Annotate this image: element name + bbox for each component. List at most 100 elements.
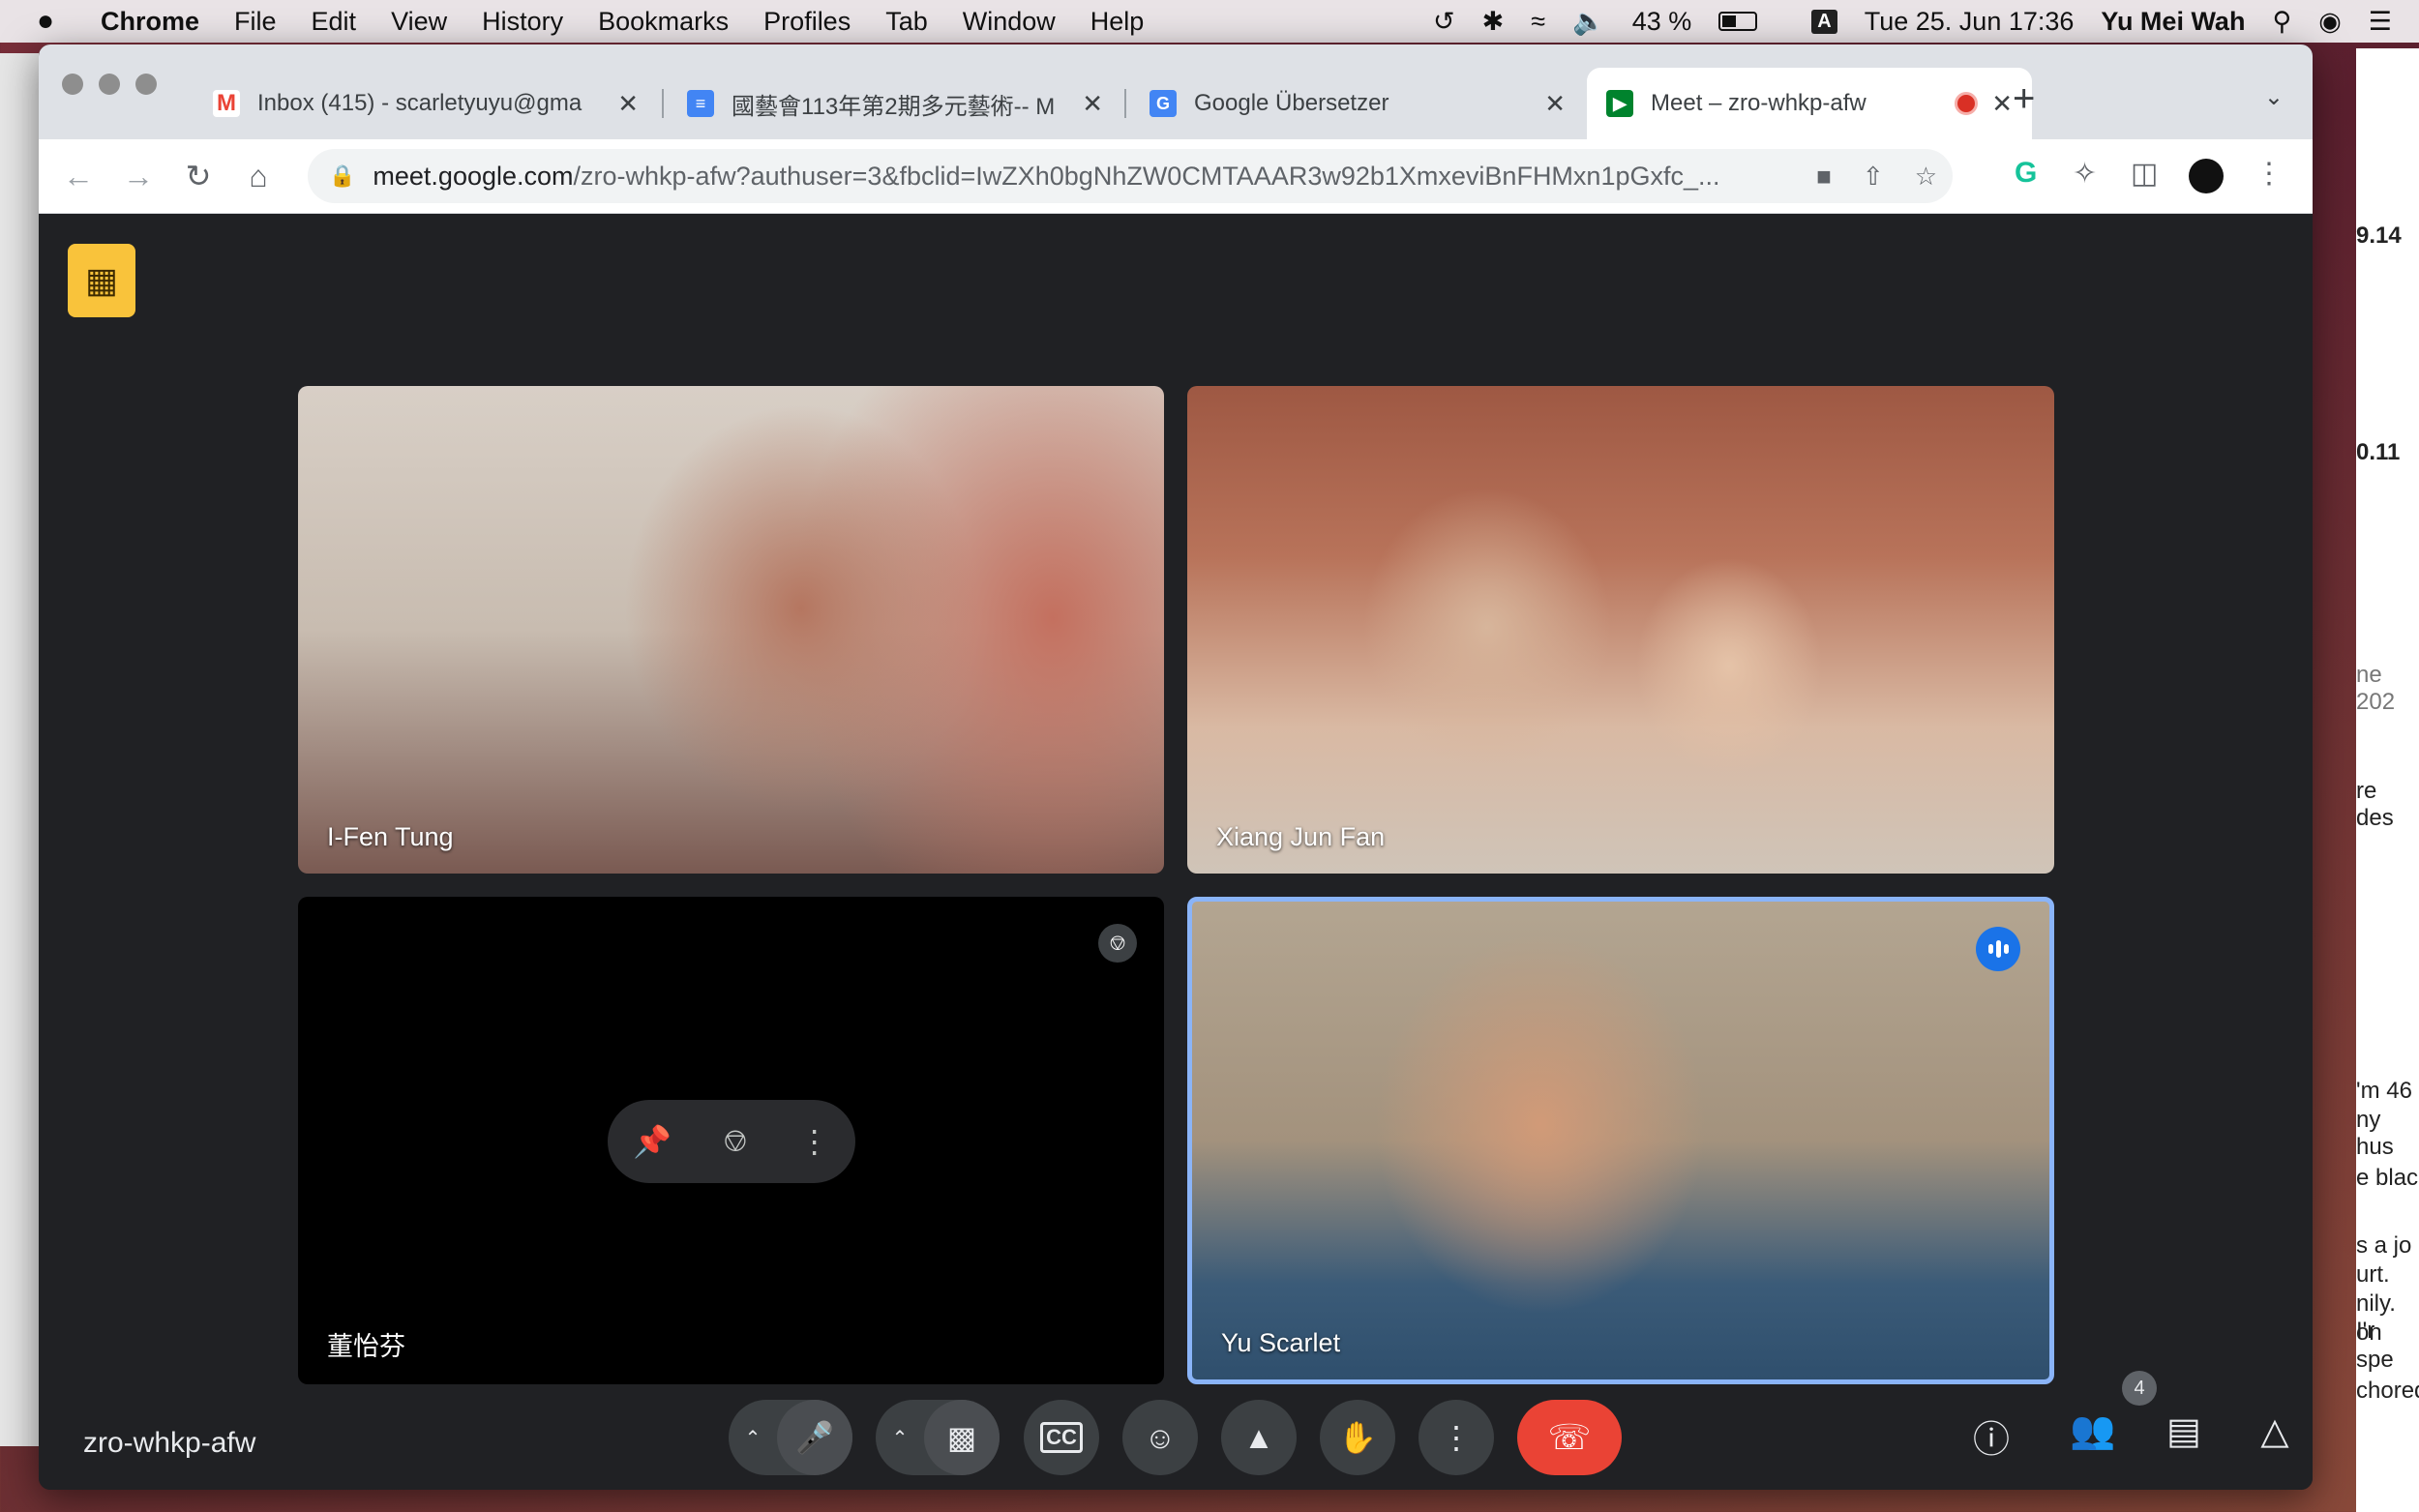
participant-tile[interactable]: ⎊ 📌 ⎊ ⋮ 董怡芬	[298, 897, 1164, 1384]
reload-icon[interactable]: ↻	[168, 158, 228, 194]
background-window-right: 9.14 0.11 ne 202 re des 'm 46 ny hus e b…	[2356, 48, 2419, 1512]
bluetooth-icon[interactable]: ✱	[1482, 7, 1505, 37]
close-tab-icon[interactable]: ✕	[1991, 89, 2013, 119]
captions-button[interactable]: CC	[1024, 1400, 1099, 1475]
menu-profiles[interactable]: Profiles	[763, 7, 851, 37]
close-tab-icon[interactable]: ✕	[1544, 89, 1566, 119]
leave-call-button[interactable]: ☏	[1517, 1400, 1622, 1475]
tile-more-options-icon[interactable]: ⋮	[799, 1123, 830, 1160]
bg-text: e blac	[2356, 1165, 2419, 1191]
meet-stage: ▦ I-Fen Tung Xiang Jun Fan ⎊ 📌 ⎊ ⋮ 董怡芬 Y…	[39, 214, 2313, 1490]
menubar-user[interactable]: Yu Mei Wah	[2101, 7, 2245, 37]
present-icon: ▲	[1243, 1419, 1274, 1455]
tab-title: 國藝會113年第2期多元藝術-- M	[732, 93, 1056, 120]
camera-icon: ▩	[946, 1420, 977, 1455]
microphone-icon: 🎤	[795, 1420, 834, 1455]
siri-icon[interactable]: ◉	[2318, 7, 2342, 37]
url-text[interactable]: meet.google.com/zro-whkp-afw?authuser=3&…	[373, 162, 1801, 192]
wifi-icon[interactable]: ≈	[1531, 7, 1545, 37]
raise-hand-button[interactable]: ✋	[1320, 1400, 1395, 1475]
grammarly-extension-icon[interactable]: G	[2015, 157, 2037, 190]
home-icon[interactable]: ⌂	[228, 159, 288, 194]
meeting-details-info-icon[interactable]: ⓘ	[1962, 1409, 2020, 1463]
close-window-button[interactable]	[62, 74, 83, 95]
lock-icon[interactable]: 🔒	[329, 163, 355, 189]
activities-icon[interactable]: △	[2246, 1409, 2304, 1453]
tab-docs[interactable]: ≡ 國藝會113年第2期多元藝術-- M ✕	[668, 68, 1122, 139]
close-tab-icon[interactable]: ✕	[1082, 89, 1103, 119]
participant-name: I-Fen Tung	[327, 822, 454, 851]
time-machine-icon[interactable]: ↺	[1433, 7, 1455, 37]
control-center-icon[interactable]: ☰	[2369, 7, 2392, 37]
video-options-chevron-icon[interactable]: ⌃	[876, 1426, 924, 1450]
side-panel-icon[interactable]: ◫	[2131, 157, 2158, 191]
spotlight-search-icon[interactable]: ⚲	[2272, 7, 2291, 37]
present-screen-button[interactable]: ▲	[1221, 1400, 1297, 1475]
participant-tile-active-speaker[interactable]: Yu Scarlet	[1187, 897, 2054, 1384]
tab-meet[interactable]: ▶ Meet – zro-whkp-afw ✕	[1587, 68, 2032, 139]
tile-hover-controls: 📌 ⎊ ⋮	[608, 1100, 855, 1183]
tab-title: Google Übersetzer	[1194, 90, 1389, 116]
people-icon[interactable]: 👥	[2064, 1409, 2122, 1452]
battery-icon[interactable]	[1718, 12, 1784, 31]
participant-tile[interactable]: Xiang Jun Fan	[1187, 386, 2054, 874]
bg-text: 9.14	[2356, 222, 2402, 249]
extensions-puzzle-icon[interactable]: ✧	[2073, 157, 2097, 191]
address-bar[interactable]: 🔒 meet.google.com/zro-whkp-afw?authuser=…	[308, 149, 1953, 203]
camera-pill: ⌃ ▩	[876, 1400, 1000, 1475]
tab-title: Inbox (415) - scarletyuyu@gma	[257, 90, 582, 116]
background-window-left	[0, 53, 39, 1446]
forward-icon[interactable]: →	[108, 159, 168, 194]
menu-window[interactable]: Window	[963, 7, 1056, 37]
meeting-code: zro-whkp-afw	[83, 1427, 256, 1459]
profile-avatar[interactable]	[2189, 159, 2224, 193]
menu-edit[interactable]: Edit	[312, 7, 357, 37]
window-controls	[62, 74, 157, 95]
chat-icon[interactable]: ▤	[2155, 1409, 2213, 1453]
menu-file[interactable]: File	[234, 7, 277, 37]
menu-app-chrome[interactable]: Chrome	[101, 7, 199, 37]
input-source-indicator[interactable]: A	[1811, 9, 1837, 34]
pin-icon[interactable]: 📌	[633, 1123, 672, 1160]
audio-options-chevron-icon[interactable]: ⌃	[729, 1426, 777, 1450]
camera-button[interactable]: ▩	[924, 1400, 1000, 1475]
menu-bookmarks[interactable]: Bookmarks	[598, 7, 729, 37]
tab-title: Meet – zro-whkp-afw	[1651, 90, 1867, 116]
mic-control-group: ⌃ 🎤	[729, 1400, 852, 1475]
volume-icon[interactable]: 🔈	[1572, 6, 1605, 37]
back-icon[interactable]: ←	[48, 159, 108, 194]
microphone-button[interactable]: 🎤	[777, 1400, 852, 1475]
battery-percent[interactable]: 43 %	[1632, 7, 1692, 37]
mic-muted-icon: ⎊	[1098, 924, 1137, 963]
bg-text: re des	[2356, 778, 2394, 831]
bg-text: 'm 46	[2356, 1078, 2412, 1104]
reactions-button[interactable]: ☺	[1122, 1400, 1198, 1475]
apple-menu-icon[interactable]: ●	[37, 5, 75, 38]
zoom-window-button[interactable]	[135, 74, 157, 95]
new-tab-button[interactable]: +	[2013, 77, 2035, 121]
browser-toolbar: ← → ↻ ⌂ 🔒 meet.google.com/zro-whkp-afw?a…	[39, 139, 2313, 214]
camera-in-use-icon[interactable]: ■	[1816, 162, 1832, 192]
menubar-clock[interactable]: Tue 25. Jun 17:36	[1865, 7, 2075, 37]
tab-translate[interactable]: G Google Übersetzer ✕	[1130, 68, 1585, 139]
chrome-menu-icon[interactable]: ⋮	[2255, 157, 2284, 191]
minimize-window-button[interactable]	[99, 74, 120, 95]
menu-help[interactable]: Help	[1090, 7, 1145, 37]
participant-name: Yu Scarlet	[1221, 1328, 1341, 1357]
more-options-button[interactable]: ⋮	[1419, 1400, 1494, 1475]
menu-view[interactable]: View	[391, 7, 447, 37]
tab-gmail[interactable]: M Inbox (415) - scarletyuyu@gma ✕	[194, 68, 658, 139]
close-tab-icon[interactable]: ✕	[617, 89, 639, 119]
bg-text: s a jo	[2356, 1232, 2412, 1259]
more-vertical-icon: ⋮	[1441, 1420, 1472, 1455]
bookmark-star-icon[interactable]: ☆	[1915, 162, 1937, 192]
share-icon[interactable]: ⇧	[1863, 162, 1884, 192]
host-controls-badge-icon[interactable]: ▦	[68, 244, 135, 317]
bg-text: 0.11	[2356, 439, 2401, 465]
participant-tile[interactable]: I-Fen Tung	[298, 386, 1164, 874]
menu-tab[interactable]: Tab	[885, 7, 928, 37]
menu-history[interactable]: History	[482, 7, 563, 37]
tab-search-chevron-icon[interactable]: ⌄	[2264, 83, 2284, 111]
mute-participant-icon[interactable]: ⎊	[723, 1123, 748, 1160]
meet-icon: ▶	[1606, 90, 1633, 117]
